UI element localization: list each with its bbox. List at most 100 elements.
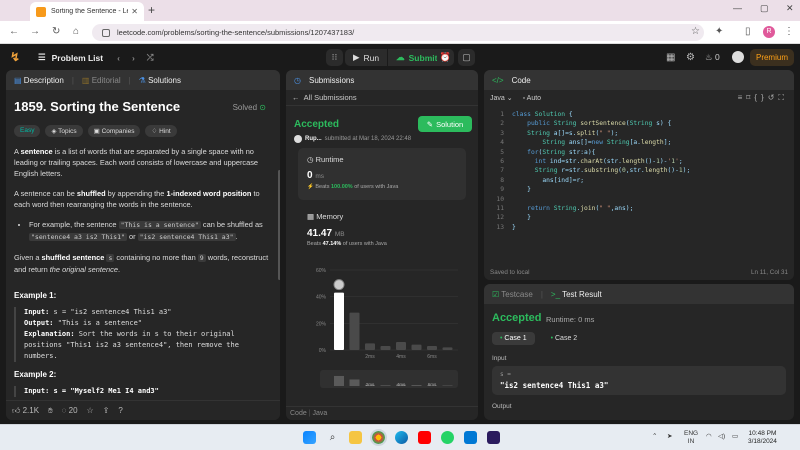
case-1-label: Case 1 [504, 335, 527, 342]
test-runtime: Runtime: 0 ms [546, 315, 595, 324]
username[interactable]: Rup... [305, 136, 322, 142]
solved-indicator: Solved ⊙ [233, 103, 266, 112]
scrollbar[interactable] [278, 170, 280, 280]
example1-input: Input: s = "is2 sentence4 This1 a3" [24, 307, 272, 318]
system-clock[interactable]: 10:48 PM 3/18/2024 [748, 430, 777, 446]
text: . [235, 232, 238, 241]
text: . [117, 265, 121, 274]
profile-avatar[interactable]: R [763, 26, 775, 38]
settings-gear-icon[interactable]: ⚙ [686, 52, 695, 63]
region-code: IN [687, 438, 695, 445]
bookmark-star-icon[interactable]: ☆ [691, 26, 700, 37]
thumbs-down-icon: ✋︎ [48, 405, 53, 415]
youtube-icon[interactable] [418, 431, 431, 444]
companies-tag[interactable]: ▣ Companies [87, 125, 141, 137]
tab-test-result[interactable]: >_ Test Result [551, 290, 602, 299]
reload-icon[interactable]: ↻ [52, 26, 60, 37]
windows-start-icon[interactable] [303, 431, 316, 444]
extensions-icon[interactable]: ✦ [715, 26, 723, 37]
home-icon[interactable]: ⌂ [73, 26, 79, 37]
language-indicator[interactable]: ENG IN [684, 430, 698, 446]
example2-box: Input: s = "Myself2 Me1 I4 and3" [14, 386, 272, 397]
overview-bar [411, 385, 422, 386]
leetcode-logo-icon[interactable]: ↯ [10, 50, 24, 64]
label: Output: [24, 319, 54, 327]
timer-icon[interactable]: ⏰ [437, 49, 454, 66]
app-icon[interactable] [487, 431, 500, 444]
chrome-icon[interactable] [370, 429, 387, 446]
user-avatar[interactable] [732, 51, 744, 63]
battery-icon[interactable]: ▭ [732, 432, 738, 440]
search-icon[interactable]: ⌕ [326, 431, 339, 444]
premium-button[interactable]: Premium [750, 49, 794, 66]
like-button[interactable]: 👍︎ 2.1K [12, 406, 39, 416]
new-tab-icon[interactable]: + [148, 3, 155, 17]
shuffle-icon[interactable]: ⤮ [147, 52, 154, 63]
topics-tag[interactable]: ◈ Topics [45, 125, 83, 137]
url-field[interactable]: leetcode.com/problems/sorting-the-senten… [92, 24, 704, 41]
distribution-chart[interactable]: 60% 40% 20% 0% 2ms 4ms 6ms 2ms 4ms 6ms [298, 262, 466, 402]
like-count: 2.1K [22, 405, 40, 415]
fullscreen-icon[interactable]: ⛶ [778, 93, 788, 102]
sidepanel-icon[interactable]: ▯ [745, 26, 751, 37]
send-icon[interactable]: ➤ [667, 432, 672, 440]
tab-solutions[interactable]: ⚗ Solutions [139, 76, 181, 85]
whatsapp-icon[interactable] [441, 431, 454, 444]
next-problem-icon[interactable]: › [132, 53, 135, 63]
tab-description[interactable]: ▤ Description [14, 76, 64, 85]
comments-button[interactable]: ◌ 20 [62, 406, 78, 415]
example2-input: Input: s = "Myself2 Me1 I4 and3" [24, 387, 159, 395]
layout-icon[interactable]: ▦ [666, 52, 675, 63]
debug-icon[interactable]: ⁝⁝ [326, 49, 343, 66]
favorite-star-icon[interactable]: ☆ [87, 406, 94, 415]
forward-icon[interactable]: → [30, 26, 40, 37]
format-icon[interactable]: ≡ [738, 93, 747, 102]
wifi-icon[interactable]: ◠ [706, 432, 712, 440]
help-icon[interactable]: ? [118, 406, 122, 415]
hint-tag-label: Hint [159, 128, 171, 135]
problem-list[interactable]: ☰ Problem List ‹ › ⤮ [38, 52, 154, 63]
distribution-bar [427, 346, 437, 350]
text: A [14, 147, 21, 156]
streak-counter[interactable]: ♨ 0 [705, 52, 720, 63]
tab-testcase[interactable]: ☑ Testcase [492, 290, 533, 299]
close-tab-icon[interactable]: ✕ [131, 7, 138, 16]
tab-editorial[interactable]: ▥ Editorial [82, 76, 121, 85]
solution-button[interactable]: ✎ Solution [418, 116, 472, 132]
distribution-bar [396, 342, 406, 350]
chevron-up-icon[interactable]: ⌃ [652, 432, 657, 440]
back-icon[interactable]: ← [9, 26, 19, 37]
reset-icon[interactable]: ↺ [768, 93, 779, 102]
case-2-label: Case 2 [555, 335, 578, 342]
all-submissions-link[interactable]: ← All Submissions [286, 90, 478, 106]
runtime-card[interactable]: ◷ Runtime 0 ms ⚡ Beats 100.00% of users … [298, 148, 466, 200]
site-info-icon[interactable] [102, 28, 110, 37]
test-tabs: ☑ Testcase | >_ Test Result [484, 284, 794, 304]
edge-icon[interactable] [395, 431, 408, 444]
hint-tag[interactable]: ♢ Hint [145, 125, 177, 137]
auto-mode[interactable]: ▫ Auto [523, 95, 541, 102]
difficulty-tag[interactable]: Easy [14, 125, 41, 137]
code-editor[interactable]: 1 class Solution {2 public String sortSen… [484, 106, 794, 266]
close-window-icon[interactable]: ✕ [786, 3, 794, 14]
minimize-icon[interactable]: — [733, 3, 742, 13]
dislike-button[interactable]: ✋︎ [48, 406, 53, 416]
file-explorer-icon[interactable] [349, 431, 362, 444]
braces-icon[interactable]: {} [754, 93, 767, 102]
inline-code: "sentence4 a3 is2 This1" [29, 233, 127, 241]
maximize-icon[interactable]: ▢ [760, 3, 769, 14]
notes-icon[interactable]: ▢ [458, 49, 475, 66]
case-2-tab[interactable]: • Case 2 [543, 332, 586, 345]
x-tick-label: 2ms [365, 354, 375, 360]
vscode-icon[interactable] [464, 431, 477, 444]
prev-problem-icon[interactable]: ‹ [117, 53, 120, 63]
line-number: 5 [500, 148, 504, 156]
language-select[interactable]: Java ⌄ [490, 94, 513, 102]
browser-tab[interactable]: Sorting the Sentence - LeetCode ✕ [30, 2, 144, 21]
run-button[interactable]: ▶ Run [345, 49, 387, 66]
volume-icon[interactable]: ◁) [718, 432, 725, 440]
case-1-tab[interactable]: • Case 1 [492, 332, 535, 345]
share-icon[interactable]: ⇪ [103, 406, 110, 415]
list-item: For example, the sentence "This is a sen… [29, 219, 272, 243]
chrome-menu-icon[interactable]: ⋮ [784, 26, 794, 37]
